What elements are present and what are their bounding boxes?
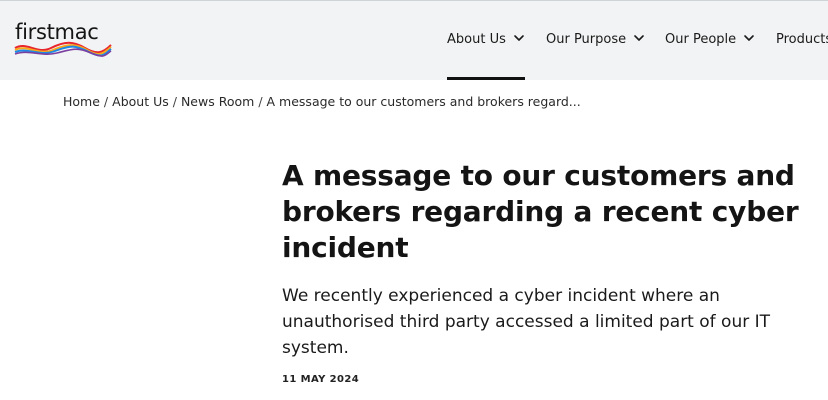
nav-item-our-purpose[interactable]: Our Purpose: [546, 30, 645, 50]
article-title: A message to our customers and brokers r…: [282, 159, 799, 264]
page: firstmac About Us Our Purpose Our People…: [0, 0, 828, 400]
nav-item-label: Our Purpose: [546, 32, 627, 47]
nav-item-label: Products: [776, 32, 828, 47]
nav-item-label: About Us: [447, 32, 506, 47]
main-navigation: About Us Our Purpose Our People Products: [0, 1, 828, 81]
breadcrumb-separator: /: [258, 94, 263, 109]
nav-item-about-us[interactable]: About Us: [447, 30, 525, 50]
chevron-down-icon: [744, 35, 754, 41]
breadcrumb-news-room[interactable]: News Room: [181, 94, 254, 109]
nav-item-products[interactable]: Products: [776, 30, 828, 50]
breadcrumb-separator: /: [172, 94, 177, 109]
breadcrumb-current-page: A message to our customers and brokers r…: [266, 94, 581, 109]
article-date: 11 MAY 2024: [282, 374, 360, 385]
breadcrumb-about-us[interactable]: About Us: [112, 94, 169, 109]
chevron-down-icon: [514, 35, 524, 41]
breadcrumb: Home / About Us / News Room / A message to our…: [63, 93, 581, 111]
nav-item-label: Our People: [665, 32, 737, 47]
chevron-down-icon: [634, 35, 644, 41]
breadcrumb-home[interactable]: Home: [63, 94, 100, 109]
article-lede: We recently experienced a cyber incident…: [282, 286, 771, 358]
active-nav-indicator: [447, 77, 525, 80]
breadcrumb-separator: /: [103, 94, 109, 109]
site-header: firstmac About Us Our Purpose Our People…: [0, 0, 828, 80]
nav-item-our-people[interactable]: Our People: [665, 30, 755, 50]
